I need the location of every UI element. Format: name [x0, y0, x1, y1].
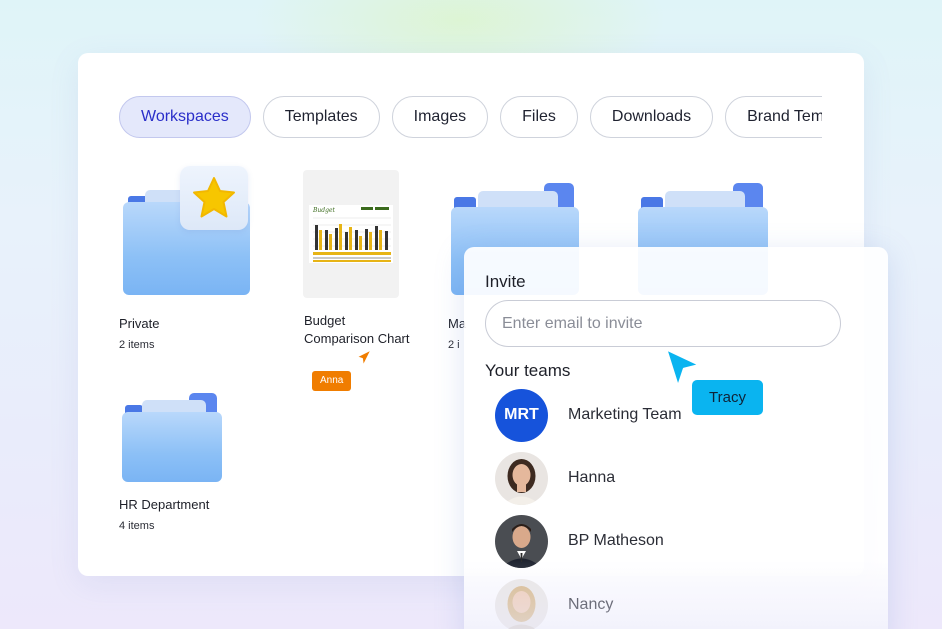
invite-email-input[interactable] — [485, 300, 841, 347]
favorite-badge — [180, 166, 248, 230]
avatar — [495, 514, 548, 568]
avatar — [495, 451, 548, 505]
tab-downloads[interactable]: Downloads — [589, 96, 714, 138]
collaborator-tag-anna: Anna — [312, 371, 352, 391]
avatar — [495, 578, 548, 629]
team-item-marketing[interactable]: MRT Marketing Team — [495, 388, 855, 442]
member-item-nancy[interactable]: Nancy — [495, 578, 855, 629]
collaborator-tag-tracy: Tracy — [692, 380, 763, 415]
member-name: Nancy — [568, 596, 614, 613]
item-count: 4 items — [119, 520, 155, 532]
member-name: BP Matheson — [568, 532, 664, 549]
item-title: Private — [119, 316, 160, 331]
user-avatar-icon — [495, 451, 548, 505]
member-name: Hanna — [568, 469, 616, 486]
folder-icon — [122, 393, 226, 485]
tab-workspaces[interactable]: Workspaces — [119, 96, 251, 138]
star-icon — [193, 177, 235, 218]
invite-panel: Invite Your teams MRT Marketing Team Han… — [464, 247, 888, 629]
user-avatar-icon — [495, 514, 548, 568]
chart-preview: Budget — [309, 205, 393, 263]
tab-images[interactable]: Images — [391, 96, 489, 138]
tab-brand-templates[interactable]: Brand Temp — [725, 96, 822, 138]
category-tabs: Workspaces Templates Images Files Downlo… — [119, 96, 822, 140]
tab-templates[interactable]: Templates — [262, 96, 380, 138]
user-avatar-icon — [495, 578, 548, 629]
teams-heading: Your teams — [485, 361, 571, 380]
item-title-line1: Budget — [304, 313, 346, 328]
collaborator-cursor-icon-anna — [355, 348, 373, 368]
svg-text:Budget: Budget — [312, 207, 336, 214]
chart-document-thumbnail: Budget — [303, 170, 399, 298]
item-count: 2 i — [448, 339, 460, 351]
member-item-bp-matheson[interactable]: BP Matheson — [495, 514, 855, 568]
member-item-hanna[interactable]: Hanna — [495, 451, 855, 505]
invite-title: Invite — [485, 272, 526, 291]
avatar: MRT — [495, 388, 548, 442]
item-title: HR Department — [119, 497, 210, 512]
item-count: 2 items — [119, 339, 155, 351]
tab-files[interactable]: Files — [500, 96, 578, 138]
team-name: Marketing Team — [568, 406, 682, 423]
